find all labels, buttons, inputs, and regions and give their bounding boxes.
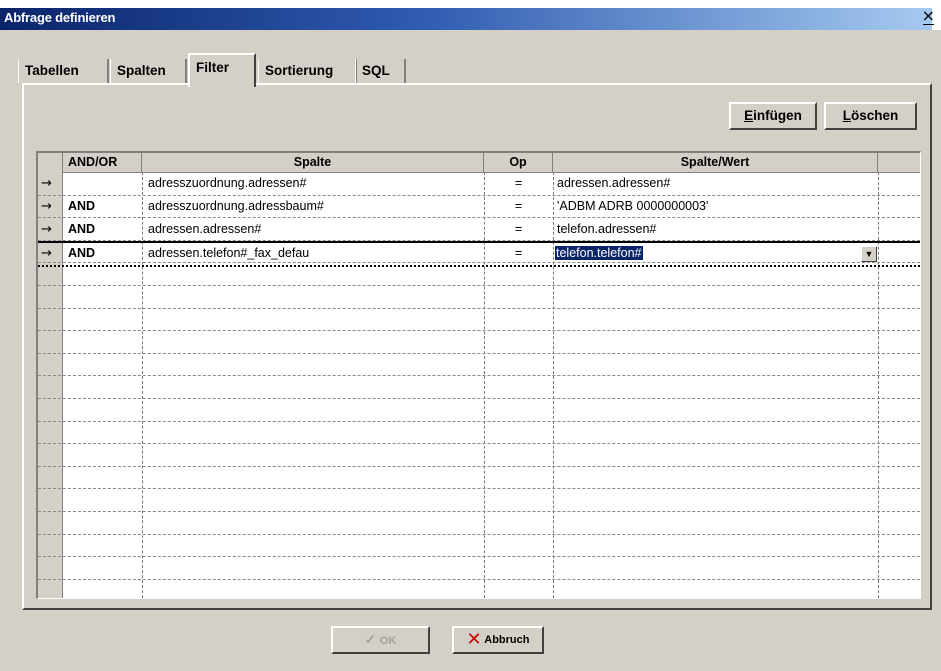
filter-grid[interactable]: AND/OR Spalte Op Spalte/Wert → adresszuo… — [36, 151, 921, 599]
cell-andor[interactable]: AND — [68, 196, 138, 217]
tab-spalten[interactable]: Spalten — [110, 59, 187, 83]
header-corner — [38, 153, 63, 172]
row-divider — [38, 308, 920, 309]
row-divider — [38, 556, 920, 557]
title-bar-background — [0, 8, 932, 30]
tab-sql[interactable]: SQL — [355, 59, 406, 83]
cell-op[interactable]: = — [484, 173, 553, 194]
window-title: Abfrage definieren — [4, 10, 116, 25]
grid-header: AND/OR Spalte Op Spalte/Wert — [38, 153, 920, 173]
row-divider — [38, 511, 920, 512]
row-arrow-icon: → — [41, 199, 52, 214]
row-arrow-icon: → — [41, 176, 52, 191]
header-spalte-wert[interactable]: Spalte/Wert — [553, 153, 878, 172]
row-divider — [38, 421, 920, 422]
cell-andor[interactable]: AND — [68, 219, 138, 240]
cell-spalte[interactable]: adresszuordnung.adressen# — [148, 173, 478, 194]
row-divider — [38, 353, 920, 354]
close-icon[interactable]: × — [922, 6, 935, 25]
tab-label: Sortierung — [265, 63, 334, 78]
row-focus-bottom — [38, 265, 920, 267]
row-divider — [38, 579, 920, 580]
row-divider — [38, 285, 920, 286]
cell-spalte[interactable]: adressen.telefon#_fax_defau — [148, 243, 478, 264]
header-spalte[interactable]: Spalte — [142, 153, 484, 172]
cell-wert[interactable]: adressen.adressen# — [557, 173, 872, 194]
cancel-button[interactable]: ✕ Abbruch — [452, 626, 544, 654]
cell-op[interactable]: = — [484, 196, 553, 217]
row-divider — [38, 330, 920, 331]
row-divider — [38, 534, 920, 535]
cell-andor[interactable]: AND — [68, 243, 138, 264]
cell-andor[interactable] — [68, 173, 138, 194]
cell-spalte[interactable]: adresszuordnung.adressbaum# — [148, 196, 478, 217]
insert-accelerator: E — [744, 108, 754, 123]
tab-label: SQL — [362, 63, 390, 78]
row-divider — [38, 488, 920, 489]
ok-button[interactable]: ✓ OK — [331, 626, 430, 654]
cell-op[interactable]: = — [484, 219, 553, 240]
check-icon: ✓ — [364, 632, 377, 647]
row-divider — [38, 466, 920, 467]
tab-filter[interactable]: Filter — [188, 53, 256, 87]
insert-button[interactable]: Einfügen — [729, 102, 817, 130]
cell-wert[interactable]: telefon.adressen# — [557, 219, 872, 240]
query-dialog: Abfrage definieren × Tabellen Spalten Fi… — [0, 0, 941, 671]
row-divider — [38, 217, 920, 218]
cell-wert[interactable]: 'ADBM ADRB 0000000003' — [557, 196, 872, 217]
header-filler — [878, 153, 920, 172]
row-divider — [38, 443, 920, 444]
row-arrow-icon: → — [41, 222, 52, 237]
cell-op[interactable]: = — [484, 243, 553, 264]
delete-label: öschen — [850, 108, 899, 123]
header-andor[interactable]: AND/OR — [63, 153, 142, 172]
header-op[interactable]: Op — [484, 153, 553, 172]
tab-sortierung[interactable]: Sortierung — [258, 59, 357, 83]
row-divider — [38, 375, 920, 376]
delete-accelerator: L — [842, 108, 851, 123]
cell-wert-editor[interactable]: telefon.telefon# — [555, 243, 855, 264]
cell-spalte[interactable]: adressen.adressen# — [148, 219, 478, 240]
cell-wert-selected-text: telefon.telefon# — [555, 246, 643, 260]
cancel-label: Abbruch — [484, 634, 530, 646]
tab-label: Tabellen — [25, 63, 79, 78]
tab-tabellen[interactable]: Tabellen — [18, 59, 109, 83]
title-bar: Abfrage definieren × — [0, 0, 941, 30]
cancel-x-icon: ✕ — [466, 629, 482, 651]
row-divider — [38, 398, 920, 399]
tab-label: Filter — [196, 60, 230, 75]
delete-button[interactable]: Löschen — [824, 102, 917, 130]
insert-label: infügen — [753, 108, 802, 123]
ok-label: OK — [379, 635, 397, 647]
row-arrow-icon: → — [41, 246, 52, 261]
chevron-down-icon[interactable]: ▼ — [861, 246, 877, 262]
tab-label: Spalten — [117, 63, 166, 78]
